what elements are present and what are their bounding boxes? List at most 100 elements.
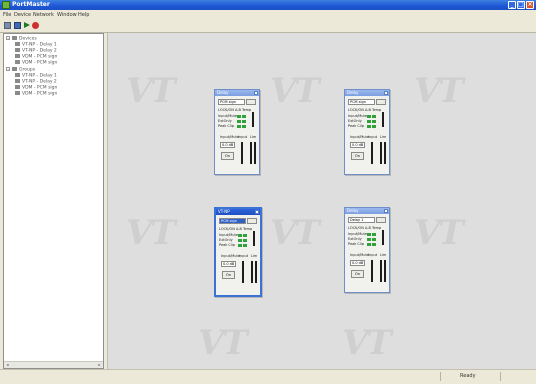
device-panel[interactable]: Delay PCM sign LOCK/ON A-B Temp Input/Mu… [344,89,390,175]
tree-item-label: VDM - PCM sign [22,54,58,60]
led-indicators [238,233,248,249]
limiter-meter [384,142,386,164]
gain-field[interactable]: 0.0 dB [221,261,236,267]
gain-field[interactable]: 0.0 dB [220,142,235,148]
watermark: VT [414,213,464,253]
panel-title-bar[interactable]: VT-NP [216,209,260,215]
tree-item[interactable]: VDM - PCM sign [15,91,57,97]
watermark: VT [270,213,320,253]
status-row-label: ExtOnly [219,238,233,242]
play-icon[interactable] [24,22,30,28]
device-canvas[interactable]: VT VT VT VT VT VT VT VT Delay PCM sign L… [107,33,536,369]
close-icon[interactable] [255,210,259,214]
tree-item-label: VT-NP - Delay 2 [22,79,57,85]
close-icon[interactable] [384,91,388,95]
app-icon [2,1,10,9]
device-icon [15,85,20,89]
watermark: VT [126,213,176,253]
status-row-label: Input/Mute [218,114,238,118]
status-row-label: Peak Clip [218,124,235,128]
status-row-label: Peak Clip [348,124,365,128]
panel-title-bar[interactable]: Delay [215,90,259,96]
device-panel[interactable]: Delay PCM sign LOCK/ON A-B Temp Input/Mu… [214,89,260,175]
scroll-right-icon[interactable]: ▸ [97,362,102,367]
dropdown-button[interactable] [247,218,257,224]
tree-item-label: VT-NP - Delay 2 [22,48,57,54]
scroll-left-icon[interactable]: ◂ [5,362,10,367]
led-indicators [367,114,377,130]
menu-network[interactable]: Network [33,12,54,18]
on-button[interactable]: On [351,152,364,160]
level-label: Input [368,253,378,257]
device-panel[interactable]: Delay Delay 1 LOCK/ON A-B Temp Input/Mut… [344,207,390,293]
level-label: Lim [250,135,257,139]
status-header: LOCK/ON A-B Temp [218,108,252,112]
folder-icon [12,36,17,40]
open-icon[interactable] [4,22,11,29]
window-title: PortMaster [12,1,50,8]
input-meter [371,142,373,164]
maximize-button[interactable]: □ [517,1,525,9]
dropdown-button[interactable] [376,99,386,105]
on-button[interactable]: On [221,152,234,160]
close-icon[interactable] [254,91,258,95]
menu-file[interactable]: File [3,12,11,18]
led-indicators [367,232,377,248]
device-icon [15,54,20,58]
toolbar [0,20,536,33]
tree-item[interactable]: VDM - PCM sign [15,60,57,66]
close-button[interactable]: × [526,1,534,9]
on-button[interactable]: On [351,270,364,278]
minimize-button[interactable]: _ [508,1,516,9]
status-row-label: Peak Clip [219,243,236,247]
gain-field[interactable]: 0.0 dB [350,260,365,266]
device-icon [15,79,20,83]
on-button[interactable]: On [222,271,235,279]
tree-group-label: Groups [19,67,36,73]
status-row-label: ExtOnly [348,119,362,123]
status-row-label: Input/Mute [348,114,368,118]
panel-title-bar[interactable]: Delay [345,90,389,96]
preset-select[interactable]: PCM sign [219,218,246,224]
save-icon[interactable] [14,22,21,29]
limiter-meter [380,142,382,164]
preset-select[interactable]: PCM sign [218,99,245,105]
limiter-meter [250,142,252,164]
device-icon [15,91,20,95]
preset-select[interactable]: Delay 1 [348,217,375,223]
device-tree[interactable]: − Devices VT-NP - Delay 1 VT-NP - Delay 2… [3,33,104,369]
close-icon[interactable] [384,209,388,213]
level-label: Input [239,254,249,258]
level-label: Input [238,135,248,139]
title-bar[interactable]: PortMaster _ □ × [0,0,536,10]
level-label: Input/Mute [220,135,240,139]
limiter-meter [254,142,256,164]
level-label: Lim [251,254,258,258]
tree-item-label: VDM - PCM sign [22,91,58,97]
tree-item-label: VDM - PCM sign [22,60,58,66]
collapse-icon[interactable]: − [6,67,10,71]
device-panel-selected[interactable]: VT-NP PCM sign LOCK/ON A-B Temp Input/Mu… [214,207,262,297]
panel-title-bar[interactable]: Delay [345,208,389,214]
gain-field[interactable]: 0.0 dB [350,142,365,148]
preset-select[interactable]: PCM sign [348,99,375,105]
panel-title: Delay [217,90,229,95]
input-meter [242,261,244,283]
collapse-icon[interactable]: − [6,36,10,40]
status-row-label: Input/Mute [348,232,368,236]
record-icon[interactable] [32,22,39,29]
menu-window[interactable]: Window [57,12,77,18]
dropdown-button[interactable] [376,217,386,223]
status-row-label: ExtOnly [218,119,232,123]
panel-title: Delay [347,90,359,95]
temp-meter [382,112,384,127]
temp-meter [253,231,255,246]
menu-help[interactable]: Help [78,12,89,18]
dropdown-button[interactable] [246,99,256,105]
level-label: Lim [380,253,387,257]
tree-group-label: Devices [19,36,37,42]
horizontal-scrollbar[interactable]: ◂ ▸ [4,361,103,368]
panel-title: VT-NP [218,209,230,214]
tree-item-label: VT-NP - Delay 1 [22,73,57,79]
menu-device[interactable]: Device [14,12,31,18]
